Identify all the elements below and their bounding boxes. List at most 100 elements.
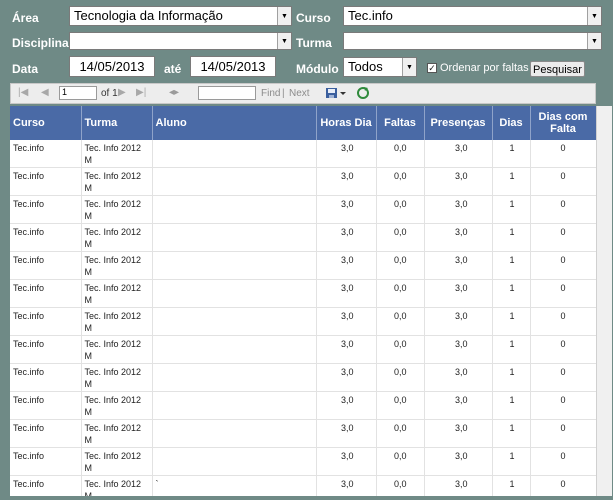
cell-presencas: 3,0 [424,363,493,392]
cell-dias-com-falta: 0 [530,251,596,280]
data-from-input[interactable]: 14/05/2013 [69,56,155,77]
cell-dias-com-falta: 0 [530,447,596,476]
cell-curso: Tec.info [10,307,82,336]
modulo-select[interactable]: Todos ▼ [343,57,417,77]
table-row: Tec.info Tec. Info 2012 M 3,0 0,0 3,0 1 0 [10,195,596,224]
data-to-input[interactable]: 14/05/2013 [190,56,276,77]
cell-faltas: 0,0 [376,140,425,168]
cell-aluno [152,447,317,476]
column-header-aluno[interactable]: Aluno [152,106,317,140]
chevron-down-icon[interactable]: ▼ [277,7,291,25]
back-icon[interactable]: ◂▸ [169,87,179,98]
cell-faltas: 0,0 [376,391,425,420]
cell-dias: 1 [492,195,531,224]
cell-dias-com-falta: 0 [530,363,596,392]
cell-horas-dia: 3,0 [316,307,377,336]
cell-dias: 1 [492,391,531,420]
column-header-dias[interactable]: Dias [492,106,531,140]
cell-faltas: 0,0 [376,195,425,224]
cell-presencas: 3,0 [424,335,493,364]
cell-faltas: 0,0 [376,167,425,196]
cell-curso: Tec.info [10,447,82,476]
cell-faltas: 0,0 [376,447,425,476]
cell-presencas: 3,0 [424,307,493,336]
chevron-down-icon[interactable]: ▼ [587,33,601,49]
column-header-turma[interactable]: Turma [81,106,153,140]
table-row: Tec.info Tec. Info 2012 M 3,0 0,0 3,0 1 0 [10,447,596,476]
area-label: Área [12,11,39,25]
cell-aluno [152,140,317,168]
pesquisar-button[interactable]: Pesquisar [530,61,585,77]
report-table: Curso Turma Aluno Horas Dia Faltas Prese… [10,106,596,496]
area-select[interactable]: Tecnologia da Informação ▼ [69,6,292,26]
chevron-down-icon[interactable]: ▼ [587,7,601,25]
disciplina-label: Disciplina [12,36,69,50]
column-header-faltas[interactable]: Faltas [376,106,425,140]
cell-horas-dia: 3,0 [316,363,377,392]
cell-curso: Tec.info [10,167,82,196]
cell-turma: Tec. Info 2012 M [81,140,153,168]
cell-dias-com-falta: 0 [530,167,596,196]
column-header-presencas[interactable]: Presenças [424,106,493,140]
disciplina-select[interactable]: ▼ [69,32,292,50]
report-toolbar: |◀ ◀ 1 of 1 ▶ ▶| ◂▸ Find | Next [10,83,596,104]
table-row: Tec.info Tec. Info 2012 M 3,0 0,0 3,0 1 0 [10,251,596,280]
cell-turma: Tec. Info 2012 M [81,419,153,448]
cell-horas-dia: 3,0 [316,391,377,420]
cell-turma: Tec. Info 2012 M [81,279,153,308]
previous-page-icon[interactable]: ◀ [41,87,49,98]
cell-aluno [152,419,317,448]
export-icon[interactable] [325,86,347,103]
ordenar-checkbox[interactable]: ✓ [427,63,437,73]
cell-aluno [152,279,317,308]
find-input[interactable] [198,86,256,100]
cell-presencas: 3,0 [424,475,493,496]
next-page-icon[interactable]: ▶ [118,87,126,98]
cell-dias: 1 [492,279,531,308]
cell-aluno [152,307,317,336]
turma-select[interactable]: ▼ [343,32,602,50]
cell-curso: Tec.info [10,140,82,168]
cell-presencas: 3,0 [424,447,493,476]
cell-horas-dia: 3,0 [316,195,377,224]
cell-presencas: 3,0 [424,140,493,168]
last-page-icon[interactable]: ▶| [136,87,146,98]
cell-turma: Tec. Info 2012 M [81,251,153,280]
column-header-dias-com-falta[interactable]: Dias com Falta [530,106,596,140]
cell-dias: 1 [492,223,531,252]
cell-presencas: 3,0 [424,167,493,196]
cell-dias-com-falta: 0 [530,279,596,308]
table-row: Tec.info Tec. Info 2012 M 3,0 0,0 3,0 1 0 [10,279,596,308]
vertical-scrollbar[interactable] [596,106,612,496]
first-page-icon[interactable]: |◀ [18,87,28,98]
refresh-icon[interactable] [356,86,370,103]
modulo-label: Módulo [296,62,339,76]
cell-aluno [152,167,317,196]
cell-horas-dia: 3,0 [316,251,377,280]
cell-turma: Tec. Info 2012 M [81,307,153,336]
cell-dias-com-falta: 0 [530,391,596,420]
chevron-down-icon[interactable]: ▼ [402,58,416,76]
table-row: Tec.info Tec. Info 2012 M 3,0 0,0 3,0 1 0 [10,223,596,252]
cell-aluno [152,335,317,364]
table-row: Tec.info Tec. Info 2012 M 3,0 0,0 3,0 1 0 [10,391,596,420]
report-area: Curso Turma Aluno Horas Dia Faltas Prese… [10,106,596,496]
cell-curso: Tec.info [10,419,82,448]
cell-horas-dia: 3,0 [316,419,377,448]
cell-aluno [152,251,317,280]
page-number-input[interactable]: 1 [59,86,97,100]
cell-dias: 1 [492,363,531,392]
cell-presencas: 3,0 [424,279,493,308]
cell-dias-com-falta: 0 [530,475,596,496]
cell-aluno [152,195,317,224]
cell-faltas: 0,0 [376,223,425,252]
column-header-curso[interactable]: Curso [10,106,82,140]
chevron-down-icon[interactable]: ▼ [277,33,291,49]
cell-aluno [152,223,317,252]
column-header-horas-dia[interactable]: Horas Dia [316,106,377,140]
find-link[interactable]: Find [261,88,280,99]
table-row: Tec.info Tec. Info 2012 M 3,0 0,0 3,0 1 0 [10,140,596,168]
cell-turma: Tec. Info 2012 M [81,195,153,224]
next-link[interactable]: Next [289,88,310,99]
curso-select[interactable]: Tec.info ▼ [343,6,602,26]
